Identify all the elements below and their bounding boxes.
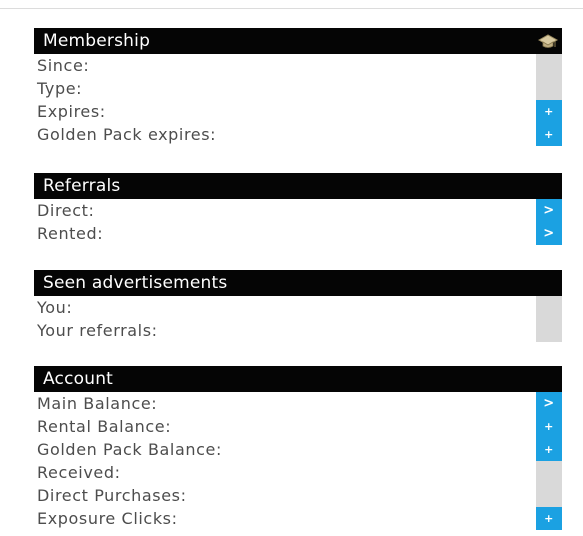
golden-pack-expires-label: Golden Pack expires:	[37, 125, 217, 144]
direct-referrals-arrow-button[interactable]: >	[536, 199, 562, 222]
account-row-exposure-clicks: Exposure Clicks: +	[34, 507, 562, 530]
referrals-header: Referrals	[34, 173, 562, 199]
account-row-main-balance: Main Balance: >	[34, 392, 562, 415]
seen-ads-row-your-referrals: Your referrals:	[34, 319, 562, 342]
referrals-title: Referrals	[43, 176, 121, 196]
golden-pack-balance-plus-button[interactable]: +	[536, 438, 562, 461]
graduation-cap-icon	[537, 31, 559, 51]
account-header: Account	[34, 366, 562, 392]
top-divider	[0, 8, 583, 9]
account-row-rental-balance: Rental Balance: +	[34, 415, 562, 438]
membership-panel: Membership Since: Type: Expires: + Golde…	[34, 28, 562, 146]
membership-rows: Since: Type: Expires: + Golden Pack expi…	[34, 54, 562, 146]
your-referrals-label: Your referrals:	[37, 321, 158, 340]
expires-plus-button[interactable]: +	[536, 100, 562, 123]
you-label: You:	[37, 298, 73, 317]
membership-row-golden-pack: Golden Pack expires: +	[34, 123, 562, 146]
referrals-panel: Referrals Direct: > Rented: >	[34, 173, 562, 245]
account-title: Account	[43, 369, 114, 389]
seen-ads-row-you: You:	[34, 296, 562, 319]
golden-pack-expires-plus-button[interactable]: +	[536, 123, 562, 146]
referrals-rows: Direct: > Rented: >	[34, 199, 562, 245]
referrals-row-rented: Rented: >	[34, 222, 562, 245]
exposure-clicks-label: Exposure Clicks:	[37, 509, 178, 528]
rental-balance-label: Rental Balance:	[37, 417, 172, 436]
golden-pack-balance-label: Golden Pack Balance:	[37, 440, 222, 459]
account-row-received: Received:	[34, 461, 562, 484]
membership-header: Membership	[34, 28, 562, 54]
rented-label: Rented:	[37, 224, 104, 243]
direct-purchases-label: Direct Purchases:	[37, 486, 187, 505]
seen-ads-header: Seen advertisements	[34, 270, 562, 296]
seen-ads-panel: Seen advertisements You: Your referrals:	[34, 270, 562, 342]
rented-referrals-arrow-button[interactable]: >	[536, 222, 562, 245]
direct-label: Direct:	[37, 201, 95, 220]
rental-balance-plus-button[interactable]: +	[536, 415, 562, 438]
referrals-row-direct: Direct: >	[34, 199, 562, 222]
membership-row-type: Type:	[34, 77, 562, 100]
main-balance-label: Main Balance:	[37, 394, 158, 413]
main-balance-arrow-button[interactable]: >	[536, 392, 562, 415]
membership-title: Membership	[43, 31, 151, 51]
seen-ads-title: Seen advertisements	[43, 273, 228, 293]
type-label: Type:	[37, 79, 83, 98]
membership-row-since: Since:	[34, 54, 562, 77]
seen-ads-rows: You: Your referrals:	[34, 296, 562, 342]
exposure-clicks-plus-button[interactable]: +	[536, 507, 562, 530]
account-row-golden-pack-balance: Golden Pack Balance: +	[34, 438, 562, 461]
account-row-direct-purchases: Direct Purchases:	[34, 484, 562, 507]
expires-label: Expires:	[37, 102, 106, 121]
account-rows: Main Balance: > Rental Balance: + Golden…	[34, 392, 562, 530]
account-panel: Account Main Balance: > Rental Balance: …	[34, 366, 562, 530]
received-label: Received:	[37, 463, 121, 482]
since-label: Since:	[37, 56, 90, 75]
membership-row-expires: Expires: +	[34, 100, 562, 123]
